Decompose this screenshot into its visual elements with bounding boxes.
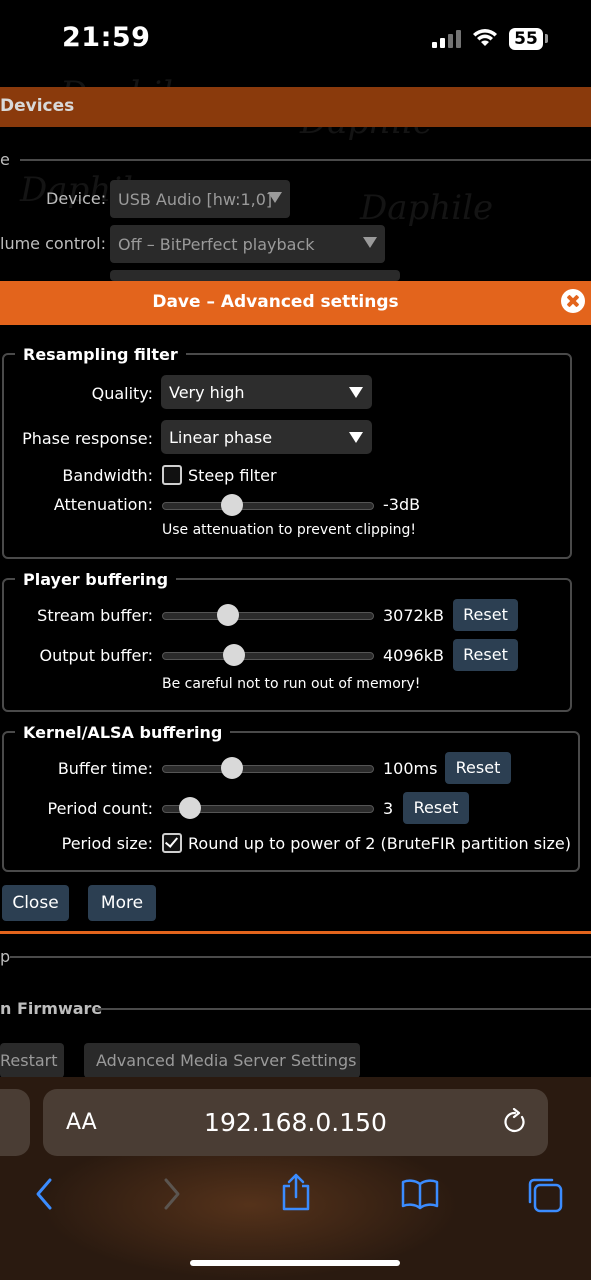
wifi-icon [472, 26, 498, 52]
stream-buffer-slider-track[interactable] [162, 612, 374, 620]
previous-tab-bar[interactable] [0, 1089, 30, 1156]
bg-subsection-label: e [0, 150, 10, 169]
period-count-slider-thumb[interactable] [178, 797, 201, 819]
bg-device-select[interactable]: USB Audio [hw:1,0] [110, 180, 290, 218]
buffer-time-value: 100ms [383, 759, 438, 778]
home-indicator [190, 1260, 400, 1266]
close-icon[interactable] [561, 289, 585, 313]
devices-section-title: Devices [0, 96, 75, 116]
quality-value: Very high [169, 383, 245, 402]
phase-response-select[interactable]: Linear phase [161, 420, 372, 454]
battery-icon: 55 [509, 28, 543, 50]
output-buffer-slider-thumb[interactable] [222, 644, 245, 666]
kernel-buffering-legend: Kernel/ALSA buffering [15, 723, 231, 742]
close-button[interactable]: Close [2, 885, 69, 921]
output-buffer-slider-track[interactable] [162, 652, 374, 660]
chevron-down-icon [349, 387, 363, 398]
dialog-bottom-border [0, 931, 591, 934]
back-icon[interactable] [34, 1177, 54, 1215]
bg-volume-label: lume control: [0, 234, 106, 253]
buffer-time-slider-track[interactable] [162, 765, 374, 773]
attenuation-label: Attenuation: [53, 495, 153, 514]
bg-divider [10, 956, 591, 958]
cellular-signal-icon [432, 30, 462, 48]
status-time: 21:59 [62, 22, 151, 53]
steep-filter-checkbox[interactable] [162, 465, 182, 485]
devices-section-bar[interactable] [0, 87, 591, 127]
battery-tip [545, 34, 548, 43]
steep-filter-label: Steep filter [188, 466, 277, 485]
phase-response-value: Linear phase [169, 428, 273, 447]
attenuation-note: Use attenuation to prevent clipping! [162, 522, 417, 538]
url-text: 192.168.0.150 [204, 1108, 387, 1137]
stream-buffer-label: Stream buffer: [37, 606, 153, 625]
tabs-icon[interactable] [526, 1176, 564, 1218]
buffer-time-reset-button[interactable]: Reset [445, 752, 511, 784]
chevron-down-icon [363, 237, 377, 248]
more-button[interactable]: More [88, 885, 156, 921]
bookmarks-icon[interactable] [400, 1178, 440, 1214]
quality-select[interactable]: Very high [161, 375, 372, 409]
round-up-checkbox[interactable] [162, 833, 182, 853]
stream-buffer-slider-thumb[interactable] [216, 604, 239, 626]
bg-restart-button[interactable]: Restart [0, 1043, 64, 1078]
bg-select-partial [110, 270, 400, 281]
period-count-reset-button[interactable]: Reset [403, 792, 469, 824]
memory-note: Be careful not to run out of memory! [162, 676, 421, 692]
attenuation-slider-thumb[interactable] [220, 494, 243, 516]
share-icon[interactable] [280, 1172, 312, 1216]
quality-label: Quality: [91, 384, 153, 403]
bg-row-p: p [0, 947, 11, 966]
attenuation-value: -3dB [383, 495, 421, 514]
chevron-down-icon [349, 432, 363, 443]
bg-device-value: USB Audio [hw:1,0] [118, 190, 273, 209]
buffer-time-label: Buffer time: [57, 759, 153, 778]
bg-advanced-media-label: Advanced Media Server Settings [96, 1051, 357, 1070]
output-buffer-value: 4096kB [383, 646, 444, 665]
bg-volume-value: Off – BitPerfect playback [118, 235, 315, 254]
bg-restart-label: Restart [0, 1051, 58, 1070]
bg-divider [20, 159, 591, 161]
resampling-legend: Resampling filter [15, 345, 186, 364]
round-up-label: Round up to power of 2 (BruteFIR partiti… [188, 834, 571, 853]
bg-divider [95, 1008, 591, 1010]
stream-buffer-reset-button[interactable]: Reset [453, 599, 518, 631]
player-buffering-legend: Player buffering [15, 570, 177, 589]
bandwidth-label: Bandwidth: [62, 466, 153, 485]
buffer-time-slider-thumb[interactable] [220, 757, 243, 779]
reload-icon[interactable] [502, 1107, 528, 1140]
period-count-label: Period count: [47, 799, 153, 818]
stream-buffer-value: 3072kB [383, 606, 444, 625]
phase-response-label: Phase response: [22, 429, 153, 448]
forward-icon[interactable] [162, 1177, 182, 1215]
period-count-value: 3 [383, 799, 394, 818]
output-buffer-label: Output buffer: [39, 646, 153, 665]
attenuation-slider-track[interactable] [162, 502, 374, 510]
bg-firmware-label: n Firmware [0, 999, 103, 1018]
chevron-down-icon [268, 192, 282, 203]
output-buffer-reset-button[interactable]: Reset [453, 639, 518, 671]
dialog-title: Dave – Advanced settings [152, 292, 399, 312]
bg-advanced-media-button[interactable]: Advanced Media Server Settings [84, 1043, 360, 1078]
period-size-label: Period size: [61, 834, 153, 853]
bg-device-label: Device: [46, 189, 107, 208]
bg-volume-select[interactable]: Off – BitPerfect playback [110, 225, 385, 263]
